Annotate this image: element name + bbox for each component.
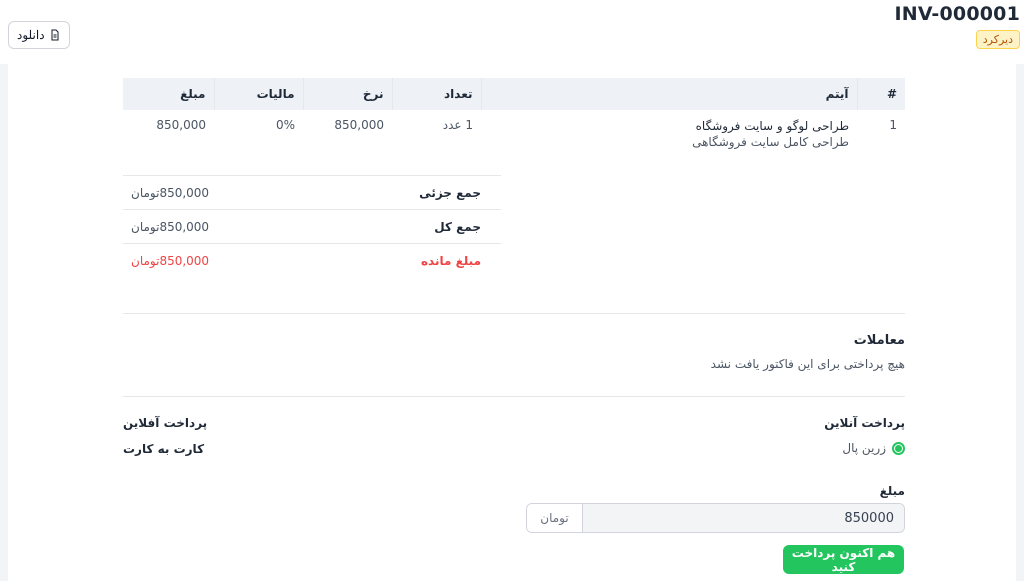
table-row: 1 طراحی لوگو و سایت فروشگاه طراحی کامل س… [123,110,905,166]
offline-payment-title: پرداخت آفلاین [123,416,208,430]
download-label: دانلود [17,28,45,42]
table-header-row: # آیتم تعداد نرخ مالیات مبلغ [123,78,905,110]
col-index: # [856,78,905,110]
row-amount: 850,000 [156,118,206,132]
divider [123,396,905,397]
currency-suffix: تومان [527,504,583,532]
row-item: طراحی لوگو و سایت فروشگاه طراحی کامل سای… [481,110,857,166]
gateway-option-zarinpal[interactable]: زرین پال [842,441,905,455]
subtotal-row: جمع جزئی 850,000تومان [123,175,501,210]
items-table: # آیتم تعداد نرخ مالیات مبلغ 1 طراحی لوگ… [123,78,905,166]
amount-field: تومان [526,503,905,533]
total-row: جمع کل 850,000تومان [123,209,501,244]
item-description: طراحی کامل سایت فروشگاهی [692,135,849,149]
row-rate: 850,000 [334,118,384,132]
col-amount: مبلغ [123,78,214,110]
amount-due-row: مبلغ مانده 850,000تومان [123,243,501,278]
total-label: جمع کل [331,209,501,244]
divider [123,313,905,314]
amount-due-value: 850,000تومان [123,243,331,278]
top-bar: INV-000001 دیرکرد دانلود [0,0,1024,64]
offline-method-card-to-card: کارت به کارت [123,442,205,456]
row-quantity: 1 عدد [442,118,473,132]
totals-table: جمع جزئی 850,000تومان جمع کل 850,000توما… [123,175,501,278]
row-tax: 0% [275,118,295,132]
col-item: آیتم [480,78,857,110]
row-index: 1 [889,118,897,132]
col-tax: مالیات [213,78,303,110]
amount-due-label: مبلغ مانده [331,243,501,278]
transactions-empty-text: هیچ پرداختی برای این فاکتور یافت نشد [710,357,905,371]
transactions-title: معاملات [853,333,905,348]
col-quantity: تعداد [391,78,481,110]
radio-checked-icon[interactable] [892,441,905,455]
subtotal-label: جمع جزئی [331,175,501,210]
total-value: 850,000تومان [123,209,331,244]
amount-input[interactable] [583,504,904,532]
status-badge: دیرکرد [975,30,1020,49]
item-name: طراحی لوگو و سایت فروشگاه [695,119,849,133]
gateway-label: زرین پال [842,441,886,455]
col-rate: نرخ [302,78,392,110]
online-payment-title: پرداخت آنلاین [824,416,905,430]
invoice-number: INV-000001 [894,3,1020,25]
subtotal-value: 850,000تومان [123,175,331,210]
file-download-icon [51,29,59,41]
pay-now-button[interactable]: هم اکنون پرداخت کنید [783,545,904,574]
amount-label: مبلغ [879,484,905,498]
download-button[interactable]: دانلود [8,21,70,49]
